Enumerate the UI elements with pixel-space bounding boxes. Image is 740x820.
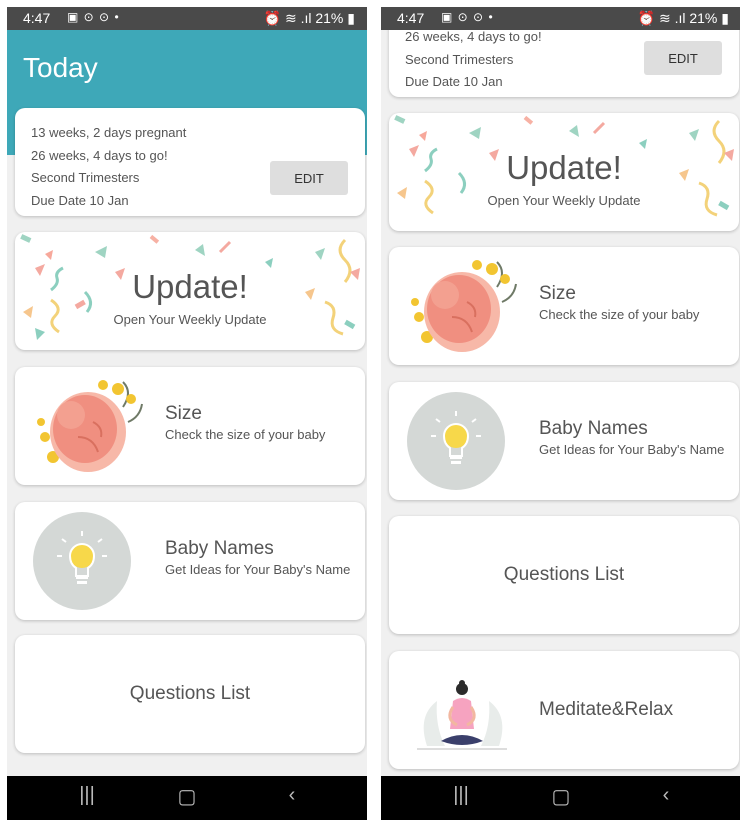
home-icon[interactable]: ▢ — [167, 784, 207, 809]
weeks-to-go-text: 26 weeks, 4 days to go! — [405, 29, 542, 44]
size-card[interactable]: Size Check the size of your baby — [389, 247, 739, 365]
notification-icons: ▣ ⊙ ⊙ • — [67, 10, 120, 24]
meditate-relax-title: Meditate&Relax — [539, 699, 674, 720]
lightbulb-icon — [33, 512, 131, 610]
baby-names-title: Baby Names — [539, 418, 648, 439]
signal-icons: ⏰ ≋ .ıl — [637, 10, 686, 26]
questions-list-title: Questions List — [503, 564, 625, 585]
update-title: Update! — [132, 268, 248, 305]
trimester-text: Second Trimesters — [31, 170, 140, 185]
edit-button[interactable]: EDIT — [644, 41, 722, 75]
back-icon[interactable]: ‹ — [646, 784, 686, 807]
home-icon[interactable]: ▢ — [541, 784, 581, 809]
recents-icon[interactable]: ||| — [441, 784, 481, 807]
weekly-update-card[interactable]: Update! Open Your Weekly Update — [389, 113, 739, 231]
battery-level: 21% — [689, 10, 718, 26]
baby-fetus-icon — [411, 260, 517, 352]
signal-icons: ⏰ ≋ .ıl — [263, 10, 312, 26]
battery-icon: ▮ — [721, 10, 729, 26]
due-date-text: Due Date 10 Jan — [31, 193, 129, 208]
status-right: ⏰ ≋ .ıl 21% ▮ — [264, 10, 355, 27]
status-bar: 4:47 ▣ ⊙ ⊙ • ⏰ ≋ .ıl 21% ▮ — [381, 7, 740, 30]
edit-button[interactable]: EDIT — [270, 161, 348, 195]
weekly-update-card[interactable]: Update! Open Your Weekly Update — [15, 232, 365, 350]
left-screen: 4:47 ▣ ⊙ ⊙ • ⏰ ≋ .ıl 21% ▮ Today 13 week… — [7, 7, 367, 820]
size-subtitle: Check the size of your baby — [539, 307, 700, 322]
size-card[interactable]: Size Check the size of your baby — [15, 367, 365, 485]
pregnancy-info-card: 13 weeks, 2 days pregnant 26 weeks, 4 da… — [15, 108, 365, 216]
baby-names-subtitle: Get Ideas for Your Baby's Name — [539, 442, 725, 457]
navigation-bar: ||| ▢ ‹ — [7, 776, 367, 820]
status-time: 4:47 — [397, 10, 425, 26]
navigation-bar: ||| ▢ ‹ — [381, 776, 740, 820]
baby-names-card[interactable]: Baby Names Get Ideas for Your Baby's Nam… — [15, 502, 365, 620]
back-icon[interactable]: ‹ — [272, 784, 312, 807]
status-bar: 4:47 ▣ ⊙ ⊙ • ⏰ ≋ .ıl 21% ▮ — [7, 7, 367, 30]
trimester-text: Second Trimesters — [405, 52, 514, 67]
status-time: 4:47 — [23, 10, 51, 26]
meditation-icon — [417, 680, 507, 750]
baby-fetus-icon — [37, 380, 143, 472]
right-screen: 26 weeks, 4 days to go! Second Trimester… — [381, 7, 740, 820]
size-title: Size — [165, 403, 202, 424]
recents-icon[interactable]: ||| — [67, 784, 107, 807]
update-subtitle: Open Your Weekly Update — [487, 193, 641, 208]
page-title: Today — [23, 52, 98, 83]
weeks-pregnant-text: 13 weeks, 2 days pregnant — [31, 125, 187, 140]
baby-names-title: Baby Names — [165, 538, 274, 559]
questions-list-title: Questions List — [129, 683, 251, 704]
weeks-to-go-text: 26 weeks, 4 days to go! — [31, 148, 168, 163]
questions-list-card[interactable]: Questions List — [389, 516, 739, 634]
update-subtitle: Open Your Weekly Update — [113, 312, 267, 327]
status-right: ⏰ ≋ .ıl 21% ▮ — [638, 10, 729, 27]
notification-icons: ▣ ⊙ ⊙ • — [441, 10, 494, 24]
battery-icon: ▮ — [347, 10, 355, 26]
size-subtitle: Check the size of your baby — [165, 427, 326, 442]
meditate-relax-card[interactable]: Meditate&Relax — [389, 651, 739, 769]
update-title: Update! — [506, 149, 622, 186]
size-title: Size — [539, 283, 576, 304]
questions-list-card[interactable]: Questions List — [15, 635, 365, 753]
baby-names-subtitle: Get Ideas for Your Baby's Name — [165, 562, 351, 577]
due-date-text: Due Date 10 Jan — [405, 74, 503, 89]
battery-level: 21% — [315, 10, 344, 26]
baby-names-card[interactable]: Baby Names Get Ideas for Your Baby's Nam… — [389, 382, 739, 500]
lightbulb-icon — [407, 392, 505, 490]
